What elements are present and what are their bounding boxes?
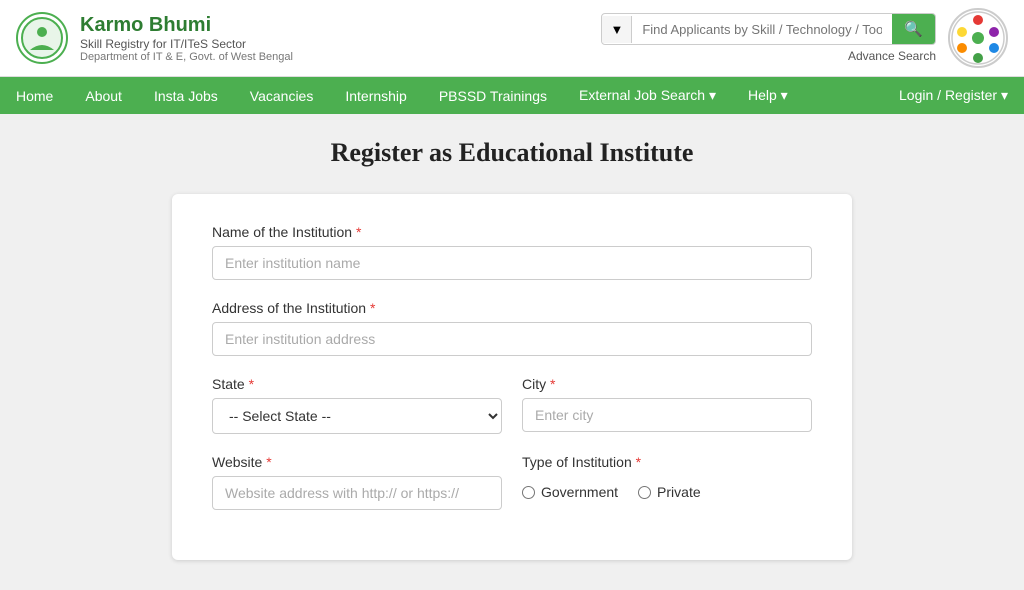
city-group: City *	[522, 376, 812, 434]
institution-name-input[interactable]	[212, 246, 812, 280]
required-marker: *	[356, 224, 361, 240]
radio-private-label: Private	[657, 484, 701, 500]
navbar: Home About Insta Jobs Vacancies Internsh…	[0, 77, 1024, 114]
search-input[interactable]	[632, 16, 892, 43]
search-dropdown-button[interactable]: ▼	[602, 16, 632, 43]
website-input[interactable]	[212, 476, 502, 510]
brand-logo	[16, 12, 68, 64]
search-button[interactable]: 🔍	[892, 14, 935, 44]
required-marker-2: *	[370, 300, 375, 316]
radio-government[interactable]: Government	[522, 484, 618, 500]
state-group: State * -- Select State --	[212, 376, 502, 434]
website-type-row: Website * Type of Institution * Governme…	[212, 454, 812, 530]
nav-item-about[interactable]: About	[69, 77, 138, 114]
registration-form: Name of the Institution * Address of the…	[172, 194, 852, 560]
nav-item-internship[interactable]: Internship	[329, 77, 422, 114]
nav-item-vacancies[interactable]: Vacancies	[234, 77, 330, 114]
institution-type-label: Type of Institution *	[522, 454, 812, 470]
institution-type-group: Type of Institution * Government Private	[522, 454, 812, 510]
advance-search-link[interactable]: Advance Search	[848, 49, 936, 63]
brand-info: Karmo Bhumi Skill Registry for IT/ITeS S…	[80, 14, 589, 63]
state-select[interactable]: -- Select State --	[212, 398, 502, 434]
page-title: Register as Educational Institute	[16, 138, 1008, 168]
radio-government-input[interactable]	[522, 486, 535, 499]
address-label: Address of the Institution *	[212, 300, 812, 316]
brand-dept: Department of IT & E, Govt. of West Beng…	[80, 51, 589, 63]
nav-item-help[interactable]: Help ▾	[732, 77, 804, 114]
brand-subtitle: Skill Registry for IT/ITeS Sector	[80, 37, 589, 51]
state-city-row: State * -- Select State -- City *	[212, 376, 812, 454]
website-group: Website *	[212, 454, 502, 510]
radio-government-label: Government	[541, 484, 618, 500]
address-group: Address of the Institution *	[212, 300, 812, 356]
website-label: Website *	[212, 454, 502, 470]
state-label: State *	[212, 376, 502, 392]
header: Karmo Bhumi Skill Registry for IT/ITeS S…	[0, 0, 1024, 77]
nav-item-home[interactable]: Home	[0, 77, 69, 114]
nav-item-pbssd[interactable]: PBSSD Trainings	[423, 77, 563, 114]
radio-private[interactable]: Private	[638, 484, 701, 500]
address-input[interactable]	[212, 322, 812, 356]
nav-item-external-job[interactable]: External Job Search ▾	[563, 77, 732, 114]
institution-type-radio-group: Government Private	[522, 476, 812, 500]
emblem	[948, 8, 1008, 68]
city-label: City *	[522, 376, 812, 392]
required-marker-4: *	[550, 376, 555, 392]
radio-private-input[interactable]	[638, 486, 651, 499]
brand-name: Karmo Bhumi	[80, 14, 589, 37]
required-marker-3: *	[249, 376, 254, 392]
city-input[interactable]	[522, 398, 812, 432]
nav-item-insta-jobs[interactable]: Insta Jobs	[138, 77, 234, 114]
search-bar: ▼ 🔍	[601, 13, 936, 45]
institution-name-label: Name of the Institution *	[212, 224, 812, 240]
required-marker-5: *	[266, 454, 271, 470]
page-title-bar: Register as Educational Institute	[0, 114, 1024, 184]
institution-name-group: Name of the Institution *	[212, 224, 812, 280]
nav-item-login[interactable]: Login / Register ▾	[883, 77, 1024, 114]
nav-spacer	[804, 77, 883, 114]
required-marker-6: *	[636, 454, 641, 470]
search-area: ▼ 🔍 Advance Search	[601, 13, 936, 63]
